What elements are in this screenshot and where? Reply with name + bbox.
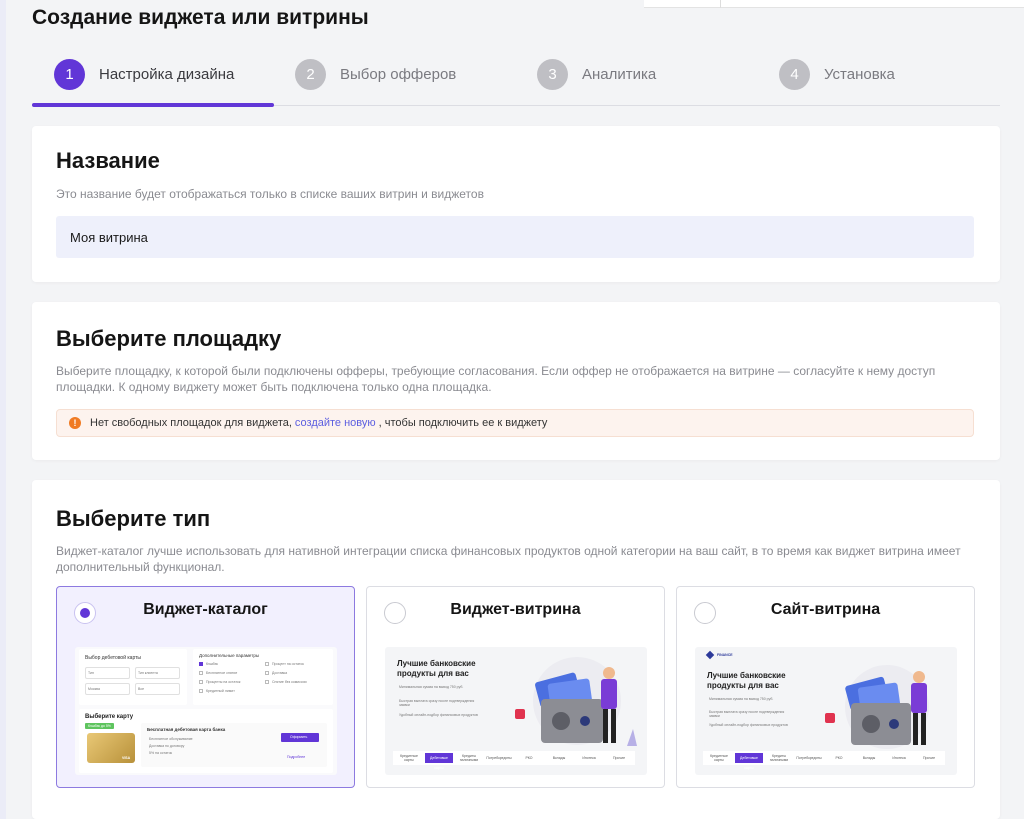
type-option-site-showcase[interactable]: Сайт-витрина FINANCE Лучшие банковские п… (676, 586, 975, 788)
preview-bullet: Быстрая выплата сразу после подтверждени… (709, 710, 785, 718)
type-option-widget-catalog[interactable]: Виджет-каталог Выбор дебетовой карты Тип… (56, 586, 355, 788)
preview-tab: Потребкредиты (796, 756, 822, 760)
preview-tab: Прочие (922, 756, 936, 760)
preview-tab-active: Дебетовые карты (735, 753, 763, 770)
preview-card-line: Доставка по договору (149, 744, 185, 748)
platform-section-title: Выберите площадку (56, 326, 282, 351)
step-install[interactable]: 4 Установка (779, 55, 895, 93)
preview-tab: Ипотека (892, 756, 906, 760)
preview-tab: РКО (835, 756, 843, 760)
step-label: Аналитика (582, 65, 657, 83)
name-section-description: Это название будет отображаться только в… (56, 187, 484, 201)
safe-illustration-icon (825, 665, 929, 749)
preview-tab: Вклады (862, 756, 876, 760)
top-toolbar-fragment (644, 0, 1024, 8)
preview-tab-active: Дебетовые карты (425, 753, 453, 770)
preview-badge: Кэшбэк до 5% (85, 723, 114, 729)
preview-checkbox-label: Проценты на остаток (206, 680, 241, 684)
preview-bullet: Минимальная сумма на вывод 750 руб. (709, 697, 774, 701)
alert-text-start: Нет свободных площадок для виджета, (90, 417, 292, 429)
preview-tab: Кредитные карты (400, 754, 418, 762)
left-sidebar-edge (0, 0, 6, 819)
option-title: Сайт-витрина (770, 601, 881, 618)
preview-field: Все (138, 687, 145, 691)
preview-tab: Ипотека (582, 756, 596, 760)
preview-tab: Вклады (552, 756, 566, 760)
preview-tabs: Кредитные карты Дебетовые карты Кредиты … (703, 751, 945, 770)
preview-card-line: Бесплатное обслуживание (149, 737, 193, 741)
step-label: Выбор офферов (340, 65, 457, 83)
step-offers[interactable]: 2 Выбор офферов (295, 55, 456, 93)
preview-tab: Потребкредиты (486, 756, 512, 760)
preview-checkbox-label: Кредитный лимит (206, 689, 235, 693)
name-section-title: Название (56, 148, 160, 173)
preview-heading: Выбор дебетовой карты (85, 655, 142, 661)
preview-field: Тип клиента (138, 671, 158, 675)
platform-card: Выберите площадку Выберите площадку, к к… (32, 302, 1000, 460)
preview-tab: Кредиты наличными (459, 754, 479, 762)
site-logo-text: FINANCE (717, 653, 733, 657)
preview-checkbox-label: Бесплатное снятие (206, 671, 238, 675)
card-brand: VISA (122, 756, 131, 760)
preview-params-heading: Дополнительные параметры (199, 653, 260, 658)
alert-text-end: , чтобы подключить ее к виджету (378, 417, 548, 429)
preview-more-link: Подробнее (287, 755, 306, 759)
preview-heading: Лучшие банковские продукты для вас (707, 671, 786, 690)
step-label: Настройка дизайна (99, 65, 235, 83)
page-title: Создание виджета или витрины (32, 6, 369, 29)
step-number: 1 (54, 58, 85, 90)
preview-apply-button: Оформить (290, 735, 308, 739)
preview-field: Тип (88, 671, 94, 675)
type-section-description: Виджет-каталог лучше использовать для на… (56, 544, 961, 574)
catalog-preview-image: Выбор дебетовой карты Тип Тип клиента Мо… (75, 647, 337, 775)
stepper: 1 Настройка дизайна 2 Выбор офферов 3 Ан… (32, 52, 1000, 107)
preview-checkbox-label: Доставка (272, 671, 288, 675)
preview-card-name: Бесплатная дебетовая карта банка (147, 727, 226, 732)
preview-tab: Кредитные карты (710, 754, 728, 762)
type-card: Выберите тип Виджет-каталог лучше исполь… (32, 480, 1000, 819)
type-section-title: Выберите тип (56, 506, 211, 531)
step-analytics[interactable]: 3 Аналитика (537, 55, 656, 93)
preview-card-line: 5% на остаток (149, 751, 173, 755)
step-label: Установка (824, 65, 895, 83)
option-title: Виджет-каталог (143, 601, 268, 618)
step-number: 3 (537, 58, 568, 90)
preview-bullet: Минимальная сумма на вывод 750 руб. (399, 685, 464, 689)
type-option-widget-showcase[interactable]: Виджет-витрина Лучшие банковские продукт… (366, 586, 665, 788)
preview-heading: Лучшие банковские продукты для вас (397, 659, 476, 678)
page: Создание виджета или витрины 1 Настройка… (0, 0, 1024, 819)
preview-tab: Кредиты наличными (769, 754, 789, 762)
step-number: 4 (779, 58, 810, 90)
name-card: Название Это название будет отображаться… (32, 126, 1000, 282)
option-title: Виджет-витрина (450, 601, 581, 618)
platform-section-description: Выберите площадку, к которой были подклю… (56, 364, 936, 394)
name-input[interactable]: Моя витрина (56, 216, 974, 258)
showcase-preview-image: Лучшие банковские продукты для вас Миним… (385, 647, 647, 775)
site-logo-icon (705, 650, 715, 660)
preview-tab: РКО (525, 756, 533, 760)
preview-field: Москва (88, 687, 100, 691)
preview-tabs: Кредитные карты Дебетовые карты Кредиты … (393, 751, 635, 770)
no-platform-alert: ! Нет свободных площадок для виджета, со… (56, 409, 974, 437)
safe-illustration-icon (515, 657, 637, 746)
active-step-indicator (32, 103, 274, 107)
preview-bullet: Быстрая выплата сразу после подтверждени… (399, 699, 475, 707)
preview-checkbox-label: Кэшбэк (206, 662, 218, 666)
preview-bullet: Удобный онлайн-подбор финансовых продукт… (709, 723, 788, 727)
preview-checkbox-label: Снятие без комиссии (272, 680, 307, 684)
preview-tab: Прочие (612, 756, 626, 760)
step-number: 2 (295, 58, 326, 90)
step-design[interactable]: 1 Настройка дизайна (54, 55, 234, 93)
create-platform-link[interactable]: создайте новую (295, 417, 376, 429)
preview-bullet: Удобный онлайн-подбор финансовых продукт… (399, 713, 478, 717)
preview-checkbox-label: Процент на остаток (272, 662, 304, 666)
preview-pick-label: Выберите карту (85, 714, 134, 720)
site-preview-image: FINANCE Лучшие банковские продукты для в… (695, 647, 957, 775)
warning-icon: ! (69, 417, 81, 429)
